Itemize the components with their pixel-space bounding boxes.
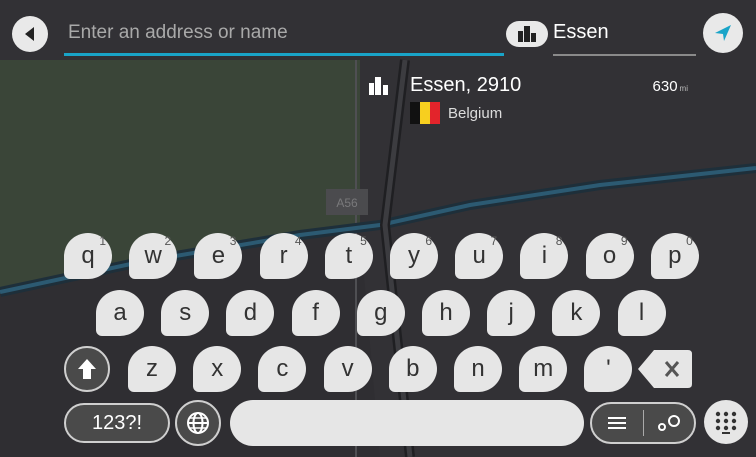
search-field[interactable]: Enter an address or name bbox=[64, 16, 504, 56]
key-secondary-label: 0 bbox=[686, 234, 693, 248]
key-secondary-label: 8 bbox=[555, 234, 563, 248]
list-icon bbox=[608, 417, 627, 429]
key-secondary-label: 2 bbox=[164, 234, 172, 248]
key-secondary-label: 5 bbox=[360, 234, 367, 248]
key-secondary-label: 3 bbox=[229, 234, 237, 248]
key-label: u bbox=[472, 242, 486, 269]
key-label: c bbox=[276, 355, 289, 382]
location-field[interactable]: Essen bbox=[553, 16, 696, 56]
key-y[interactable]: y6 bbox=[390, 233, 438, 279]
result-distance: 630 mi bbox=[652, 78, 688, 95]
key-label: b bbox=[406, 355, 420, 382]
key-label: q bbox=[81, 242, 95, 269]
key-s[interactable]: s bbox=[161, 290, 210, 336]
globe-icon bbox=[187, 412, 209, 434]
key-secondary-label: 4 bbox=[294, 234, 302, 248]
key-x[interactable]: x bbox=[193, 346, 242, 392]
key-label: ' bbox=[606, 355, 611, 382]
key-label: p bbox=[668, 242, 682, 269]
map-pin-icon bbox=[657, 415, 680, 431]
key-m[interactable]: m bbox=[519, 346, 568, 392]
key-j[interactable]: j bbox=[487, 290, 536, 336]
key-q[interactable]: q1 bbox=[64, 233, 112, 279]
key-b[interactable]: b bbox=[388, 346, 437, 392]
language-key[interactable] bbox=[175, 400, 221, 446]
key-label: h bbox=[439, 299, 453, 326]
result-country: Belgium bbox=[448, 105, 503, 122]
search-result-item[interactable]: Essen, 2910 Belgium 630 mi bbox=[366, 72, 696, 132]
key-n[interactable]: n bbox=[454, 346, 502, 392]
key-secondary-label: 7 bbox=[490, 234, 498, 248]
key-label: d bbox=[243, 299, 258, 326]
key-label: x bbox=[211, 355, 224, 382]
key-f[interactable]: f bbox=[291, 290, 340, 336]
location-value: Essen bbox=[553, 21, 609, 43]
shift-arrow-icon bbox=[78, 359, 96, 379]
symbols-key[interactable]: 123?! bbox=[64, 403, 170, 443]
key-label: v bbox=[341, 355, 354, 382]
key-label: a bbox=[113, 299, 127, 326]
key-secondary-label: 6 bbox=[425, 234, 432, 248]
key-label: j bbox=[508, 299, 514, 326]
key-secondary-label: 1 bbox=[99, 234, 106, 248]
backspace-key[interactable] bbox=[636, 346, 694, 392]
keyboard-icon bbox=[715, 411, 737, 434]
key-secondary-label: 9 bbox=[620, 234, 628, 248]
back-arrow-icon bbox=[25, 27, 34, 41]
location-underline bbox=[553, 54, 696, 56]
key-z[interactable]: z bbox=[128, 346, 176, 392]
key-label: e bbox=[211, 242, 226, 269]
key-u[interactable]: u7 bbox=[455, 233, 504, 279]
navigation-button[interactable] bbox=[703, 13, 743, 53]
list-view-button[interactable] bbox=[592, 415, 643, 431]
key-label: z bbox=[146, 355, 158, 382]
key-label: t bbox=[345, 242, 353, 269]
key-label: g bbox=[374, 299, 388, 326]
shift-key[interactable] bbox=[64, 346, 110, 392]
key-label: o bbox=[602, 242, 617, 269]
key-label: y bbox=[408, 242, 420, 269]
city-icon bbox=[518, 26, 536, 42]
top-bar: Enter an address or name Essen bbox=[0, 0, 756, 64]
key-r[interactable]: r4 bbox=[259, 233, 308, 279]
search-placeholder: Enter an address or name bbox=[68, 22, 288, 43]
key-label: i bbox=[541, 242, 548, 269]
hide-keyboard-button[interactable] bbox=[704, 400, 748, 444]
result-title: Essen, 2910 bbox=[410, 74, 522, 96]
key-w[interactable]: w2 bbox=[129, 233, 178, 279]
key-label: w bbox=[144, 242, 162, 269]
key-o[interactable]: o9 bbox=[585, 233, 634, 279]
key-g[interactable]: g bbox=[356, 290, 405, 336]
map-view-button[interactable] bbox=[643, 413, 694, 433]
key-p[interactable]: p0 bbox=[650, 233, 699, 279]
search-underline bbox=[64, 53, 504, 56]
city-icon bbox=[369, 77, 388, 95]
space-key[interactable] bbox=[230, 400, 584, 446]
key-label: r bbox=[279, 242, 288, 269]
city-search-mode-button[interactable] bbox=[506, 21, 548, 47]
key-label: l bbox=[638, 299, 645, 326]
key-label: s bbox=[179, 299, 192, 326]
key-label: n bbox=[471, 355, 485, 382]
map-road-label: A56 bbox=[336, 196, 358, 210]
list-map-toggle[interactable] bbox=[590, 402, 696, 444]
key-label: m bbox=[533, 355, 554, 382]
key-v[interactable]: v bbox=[323, 346, 372, 392]
key-a[interactable]: a bbox=[96, 290, 144, 336]
navigation-arrow-icon bbox=[715, 25, 731, 41]
key-label: k bbox=[570, 299, 583, 326]
belgium-flag-icon bbox=[410, 102, 440, 124]
back-button[interactable] bbox=[12, 16, 48, 52]
key-h[interactable]: h bbox=[422, 290, 470, 336]
key-l[interactable]: l bbox=[617, 290, 666, 336]
key-label: f bbox=[312, 299, 319, 326]
key-t[interactable]: t5 bbox=[324, 233, 373, 279]
backspace-icon bbox=[638, 350, 692, 388]
